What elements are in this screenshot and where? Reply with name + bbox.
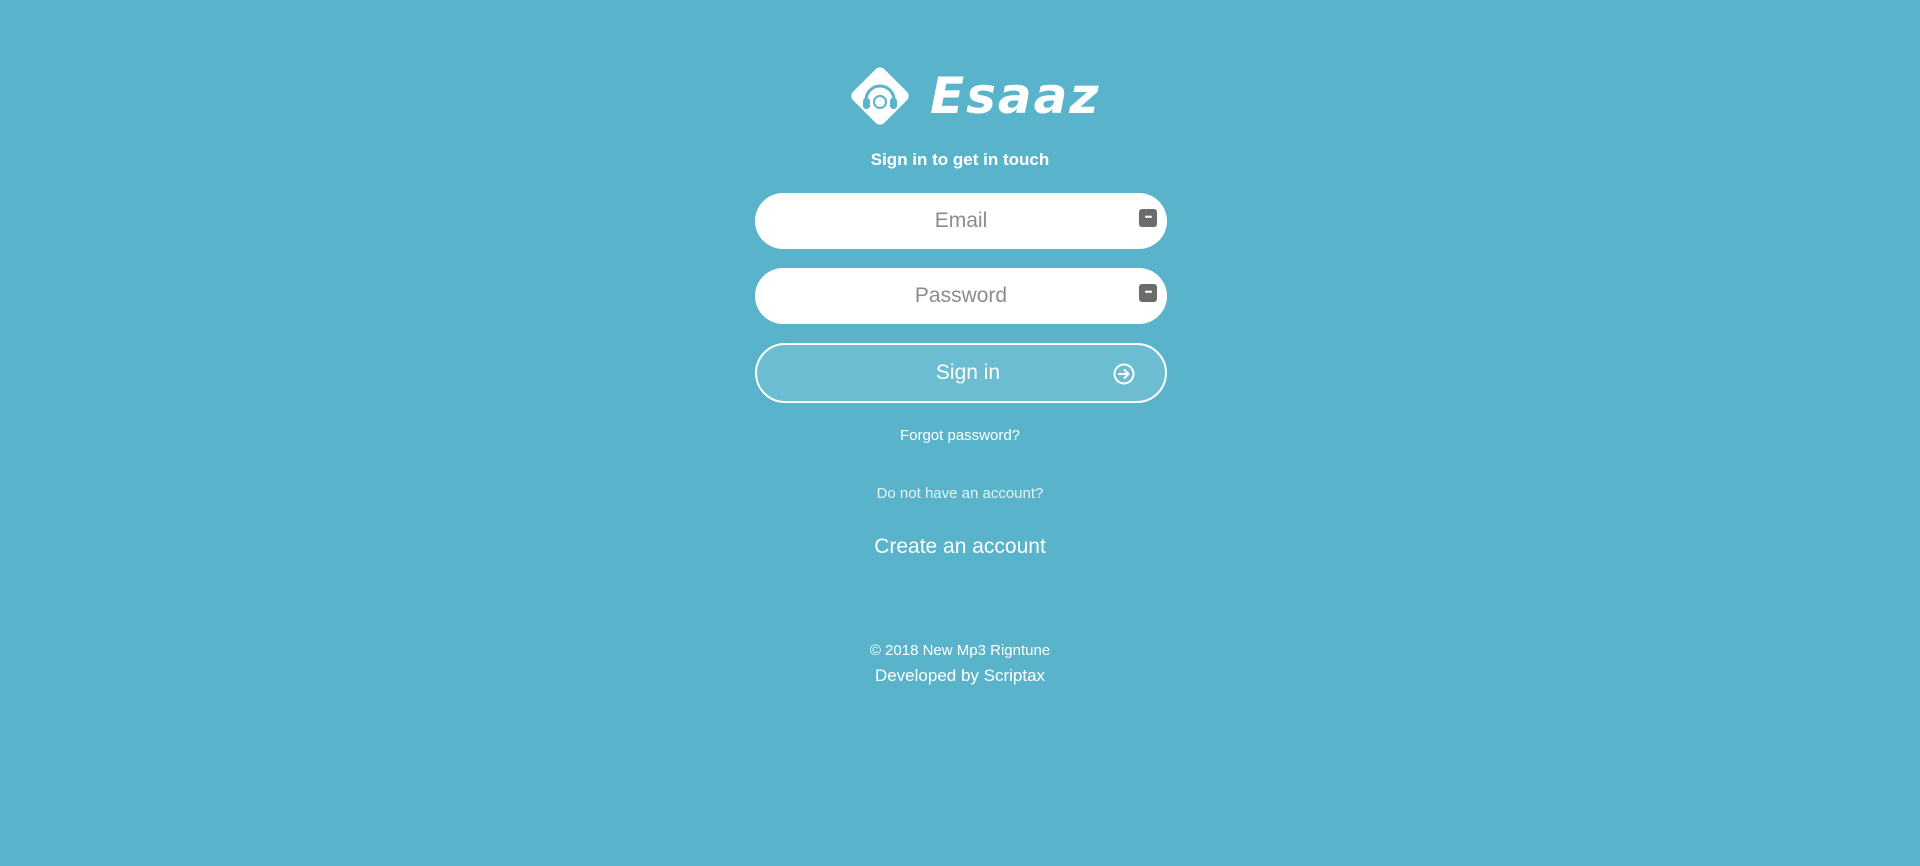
headphones-diamond-icon (851, 67, 909, 125)
footer-copyright: © 2018 New Mp3 Rigntune (869, 642, 1051, 659)
password-field-wrapper: ••• (755, 268, 1167, 324)
ellipsis-key-icon[interactable]: ••• (1139, 209, 1157, 227)
create-account-row: Create an account (0, 535, 1920, 559)
login-page: Esaaz Sign in to get in touch ••• ••• Si… (0, 0, 1920, 866)
forgot-password-link[interactable]: Forgot password? (900, 427, 1020, 444)
create-account-link[interactable]: Create an account (874, 535, 1046, 558)
sign-in-label: Sign in (935, 361, 1001, 384)
password-field[interactable] (755, 268, 1167, 324)
brand-name: Esaaz (930, 67, 1101, 125)
ellipsis-key-icon[interactable]: ••• (1139, 284, 1157, 302)
page-subtitle: Sign in to get in touch (870, 150, 1050, 169)
brand-logo[interactable]: Esaaz (846, 62, 1101, 130)
footer-developed-by: Developed by Scriptax (874, 666, 1046, 685)
no-account-text: Do not have an account? (876, 485, 1044, 502)
email-field[interactable] (755, 193, 1167, 249)
arrow-right-circle-icon (1113, 363, 1135, 385)
sign-in-button[interactable]: Sign in (755, 343, 1167, 403)
email-field-wrapper: ••• (755, 193, 1167, 249)
forgot-password-row: Forgot password? (0, 427, 1920, 444)
